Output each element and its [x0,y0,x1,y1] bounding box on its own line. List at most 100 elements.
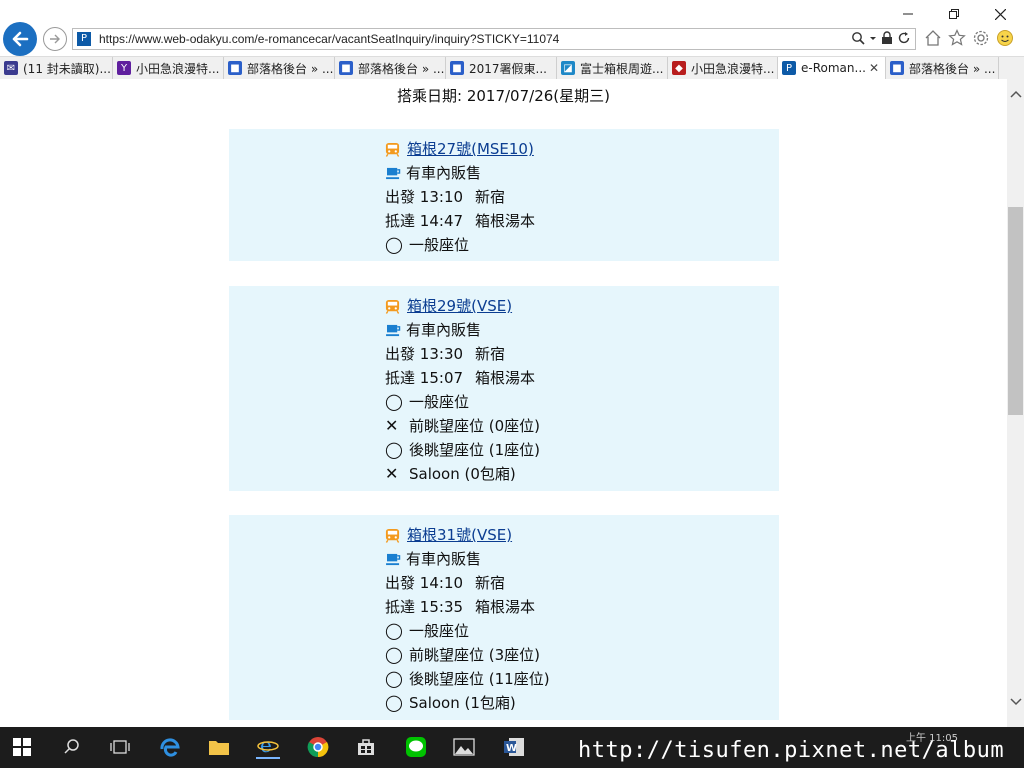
available-icon: ◯ [385,392,403,411]
line-app-icon[interactable] [404,735,428,759]
blog-icon: ■ [450,61,464,75]
task-view-icon[interactable] [108,735,132,759]
arrive-row: 抵達 14:47 箱根湯本 [385,212,536,230]
yahoo-icon: Y [117,61,131,75]
word-icon[interactable]: W [502,735,526,759]
depart-row: 出發 14:10 新宿 [385,574,506,592]
forward-button[interactable] [43,27,67,51]
site-icon: ◪ [561,61,575,75]
restore-button[interactable] [934,4,974,24]
train-icon [385,528,400,543]
scroll-up-icon[interactable] [1007,89,1024,109]
coffee-cup-icon [386,553,401,565]
tab-e-romancecar[interactable]: P e-Roman... ✕ [778,57,886,79]
train-card: 箱根29號(VSE) 有車內販售 出發 13:30 新宿 抵達 15:07 箱根湯本… [229,286,779,491]
tab-blog-admin-1[interactable]: ■ 部落格後台 » ... [224,57,335,79]
arrow-right-icon [50,34,60,44]
seat-row: ◯ 一般座位 [385,390,540,414]
arrow-left-icon [12,31,29,47]
watermark-text: http://tisufen.pixnet.net/album [578,738,1005,763]
svg-text:e: e [260,734,272,756]
gear-icon[interactable] [972,29,990,47]
seat-row: ◯ Saloon (1包廂) [385,691,550,715]
tab-odakyu-romance[interactable]: ◆ 小田急浪漫特... [668,57,778,79]
tab-yahoo[interactable]: Y 小田急浪漫特... [113,57,224,79]
file-explorer-icon[interactable] [207,735,231,759]
url-text[interactable]: https://www.web-odakyu.com/e-romancecar/… [99,32,559,46]
coffee-cup-icon [386,324,401,336]
unavailable-icon: ✕ [385,416,399,435]
windows-start-icon[interactable] [10,735,34,759]
train-icon [385,142,400,157]
edge-icon[interactable] [158,735,182,759]
minimize-button[interactable] [888,4,928,24]
tab-blog-admin-2[interactable]: ■ 部落格後台 » ... [335,57,446,79]
lock-icon[interactable] [881,31,893,45]
search-icon[interactable] [60,735,84,759]
close-tab-icon[interactable]: ✕ [869,61,879,75]
internet-explorer-icon[interactable]: e [256,733,280,759]
available-icon: ◯ [385,440,403,459]
available-icon: ◯ [385,621,403,640]
tab-strip: ✉ (11 封未讀取)... Y 小田急浪漫特... ■ 部落格後台 » ...… [0,56,1024,80]
available-icon: ◯ [385,645,403,664]
close-window-button[interactable] [980,4,1020,24]
train-name-link[interactable]: 箱根31號(VSE) [407,523,512,547]
blog-icon: ■ [228,61,242,75]
depart-row: 出發 13:30 新宿 [385,345,506,363]
favorites-star-icon[interactable] [948,29,966,47]
page-viewport: 搭乘日期: 2017/07/26(星期三) 箱根27號(MSE10) 有車內販售… [0,79,1007,727]
available-icon: ◯ [385,235,403,254]
close-icon [994,8,1006,20]
scrollbar-thumb[interactable] [1008,207,1023,415]
chrome-icon[interactable] [306,735,330,759]
unavailable-icon: ✕ [385,464,399,483]
tab-fuji-hakone[interactable]: ◪ 富士箱根周遊... [557,57,668,79]
odakyu-icon: ◆ [672,61,686,75]
train-card: 箱根31號(VSE) 有車內販售 出發 14:10 新宿 抵達 15:35 箱根湯本… [229,515,779,720]
available-icon: ◯ [385,693,403,712]
minimize-icon [903,13,913,15]
tab-blog-admin-3[interactable]: ■ 部落格後台 » ... [886,57,999,79]
arrive-row: 抵達 15:35 箱根湯本 [385,598,536,616]
svg-text:W: W [506,743,517,754]
seat-row: ◯ 後眺望座位 (1座位) [385,438,540,462]
arrive-row: 抵達 15:07 箱根湯本 [385,369,536,387]
train-name-link[interactable]: 箱根27號(MSE10) [407,137,534,161]
e-romance-icon: P [782,61,796,75]
back-button[interactable] [3,22,37,56]
photos-icon[interactable] [452,735,476,759]
boarding-date: 搭乘日期: 2017/07/26(星期三) [397,87,610,105]
smiley-feedback-icon[interactable] [996,29,1014,47]
blog-icon: ■ [890,61,904,75]
vertical-scrollbar[interactable] [1007,79,1024,727]
seat-row: ✕ 前眺望座位 (0座位) [385,414,540,438]
seat-row: ◯ 後眺望座位 (11座位) [385,667,550,691]
train-icon [385,299,400,314]
train-name-link[interactable]: 箱根29號(VSE) [407,294,512,318]
restore-icon [949,9,959,19]
address-bar[interactable]: P https://www.web-odakyu.com/e-romanceca… [72,28,916,50]
chevron-down-icon[interactable] [869,31,877,45]
seat-row: ◯ 一般座位 [385,233,535,257]
scroll-down-icon[interactable] [1007,697,1024,717]
site-favicon-icon: P [77,32,91,46]
seat-row: ◯ 前眺望座位 (3座位) [385,643,550,667]
train-card: 箱根27號(MSE10) 有車內販售 出發 13:10 新宿 抵達 14:47 箱根… [229,129,779,261]
onboard-sales: 有車內販售 [406,550,482,568]
available-icon: ◯ [385,669,403,688]
store-icon[interactable] [354,735,378,759]
onboard-sales: 有車內販售 [406,164,482,182]
home-icon[interactable] [924,29,942,47]
depart-row: 出發 13:10 新宿 [385,188,506,206]
tab-mail[interactable]: ✉ (11 封未讀取)... [0,57,113,79]
tab-summer-trip[interactable]: ■ 2017署假東... [446,57,557,79]
mail-icon: ✉ [4,61,18,75]
onboard-sales: 有車內販售 [406,321,482,339]
browser-chrome: P https://www.web-odakyu.com/e-romanceca… [0,0,1024,80]
refresh-icon[interactable] [897,31,911,45]
seat-row: ◯ 一般座位 [385,619,550,643]
search-icon[interactable] [851,31,865,45]
blog-icon: ■ [339,61,353,75]
coffee-cup-icon [386,167,401,179]
